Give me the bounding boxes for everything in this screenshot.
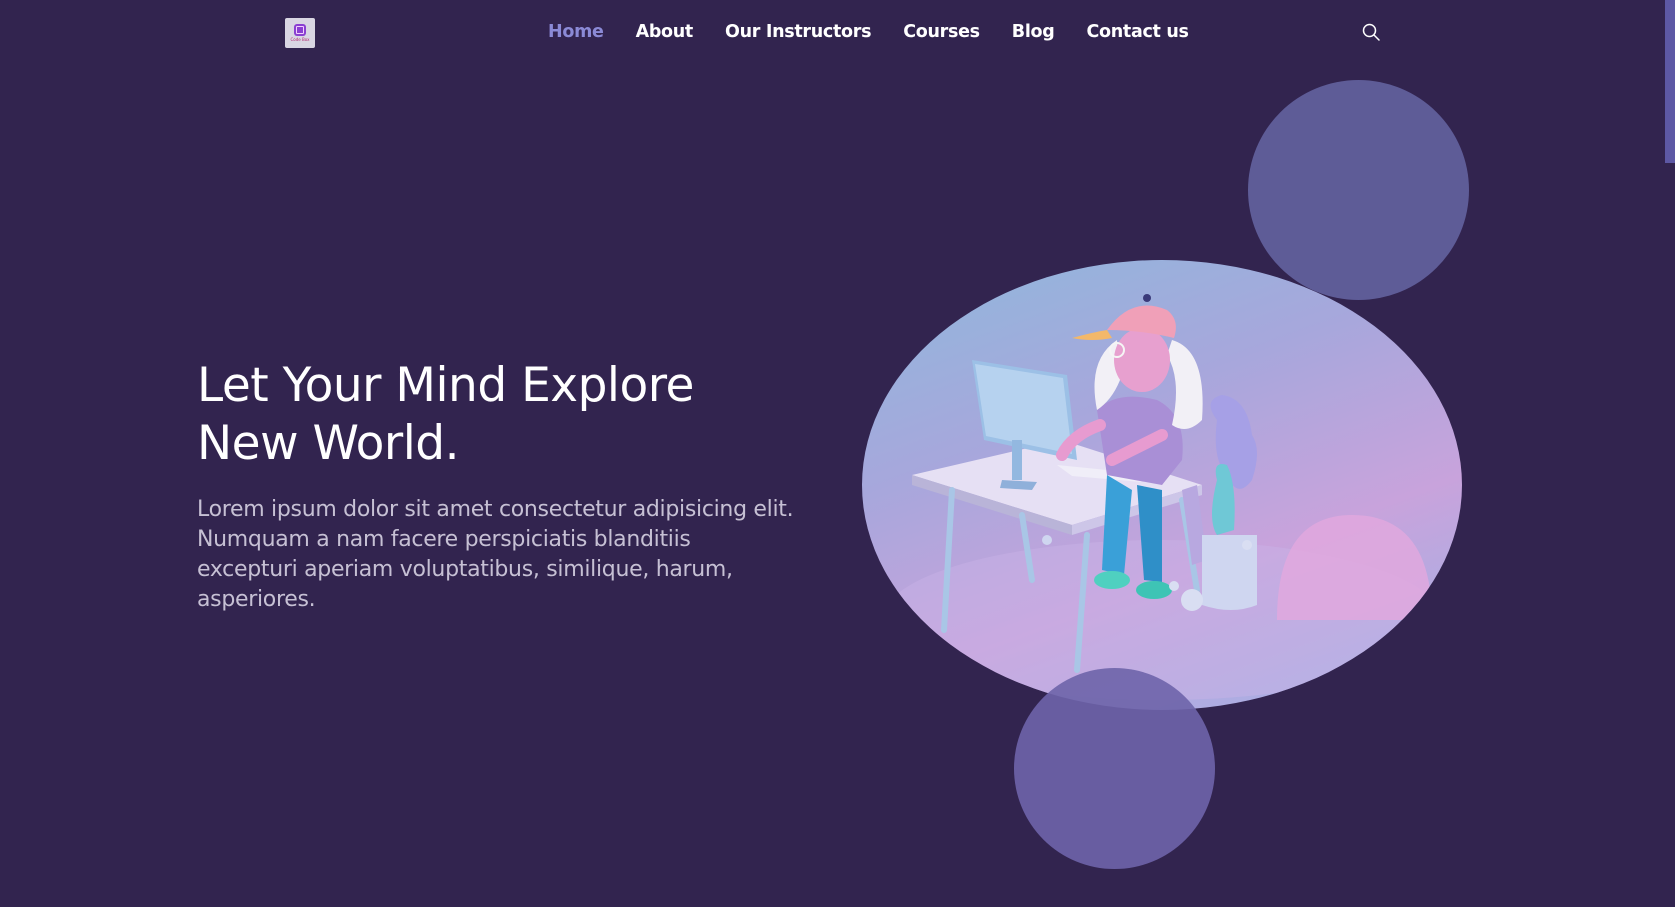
logo-text: Code Box	[290, 37, 310, 42]
main-nav: Home About Our Instructors Courses Blog …	[548, 20, 1221, 44]
hero-description: Lorem ipsum dolor sit amet consectetur a…	[197, 497, 794, 612]
hero-title-line-1: Let Your Mind Explore	[197, 358, 694, 413]
nav-courses[interactable]: Courses	[903, 20, 980, 44]
search-icon[interactable]	[1361, 22, 1381, 42]
nav-contact-us[interactable]: Contact us	[1086, 20, 1189, 44]
nav-our-instructors[interactable]: Our Instructors	[725, 20, 872, 44]
nav-home[interactable]: Home	[548, 20, 604, 44]
scrollbar-thumb[interactable]	[1665, 0, 1675, 163]
nav-about[interactable]: About	[636, 20, 694, 44]
hero-illustration	[862, 260, 1462, 710]
decorative-circle-bottom	[1014, 668, 1215, 869]
hero-title-line-2: New World.	[197, 416, 460, 471]
logo-icon	[294, 24, 306, 36]
decorative-circle-top	[1248, 80, 1469, 300]
hero-title: Let Your Mind Explore New World.	[197, 357, 817, 473]
site-logo[interactable]: Code Box	[285, 18, 315, 48]
page: Code Box Home About Our Instructors Cour…	[0, 0, 1675, 907]
nav-blog[interactable]: Blog	[1012, 20, 1055, 44]
page-scrollbar[interactable]	[1663, 0, 1675, 907]
